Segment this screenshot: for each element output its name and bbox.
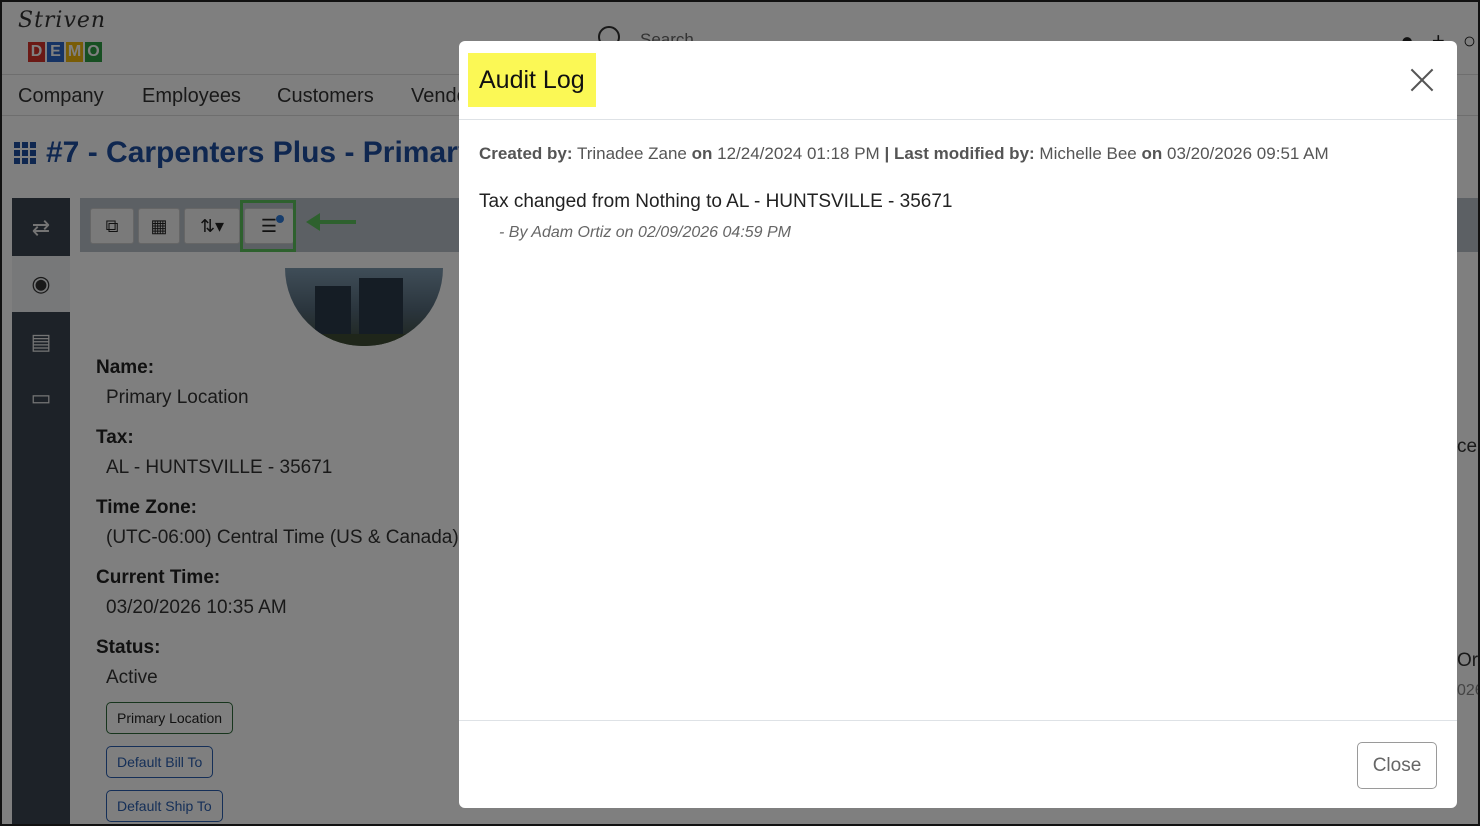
modal-footer: Close [459,720,1457,808]
close-icon[interactable] [1407,65,1437,95]
screenshot-frame: Striven D E M O Search Striven ● + ○ Com… [0,0,1480,826]
created-on: 12/24/2024 01:18 PM [717,144,880,163]
modal-title: Audit Log [468,53,596,107]
audit-entry-text: Tax changed from Nothing to AL - HUNTSVI… [479,191,953,212]
last-modified-label: Last modified by: [893,144,1035,163]
last-modified-on: 03/20/2026 09:51 AM [1167,144,1329,163]
on-label: on [1141,144,1163,163]
created-by-label: Created by: [479,144,573,163]
on-label: on [691,144,713,163]
separator: | [884,144,890,163]
audit-meta: Created by: Trinadee Zane on 12/24/2024 … [479,144,1329,164]
created-by-name: Trinadee Zane [576,144,687,163]
modal-header: Audit Log [459,41,1457,120]
last-modified-name: Michelle Bee [1039,144,1137,163]
audit-log-modal: Audit Log Created by: Trinadee Zane on 1… [459,41,1457,808]
audit-entry-by: - By Adam Ortiz on 02/09/2026 04:59 PM [499,224,792,241]
close-button[interactable]: Close [1357,742,1437,789]
